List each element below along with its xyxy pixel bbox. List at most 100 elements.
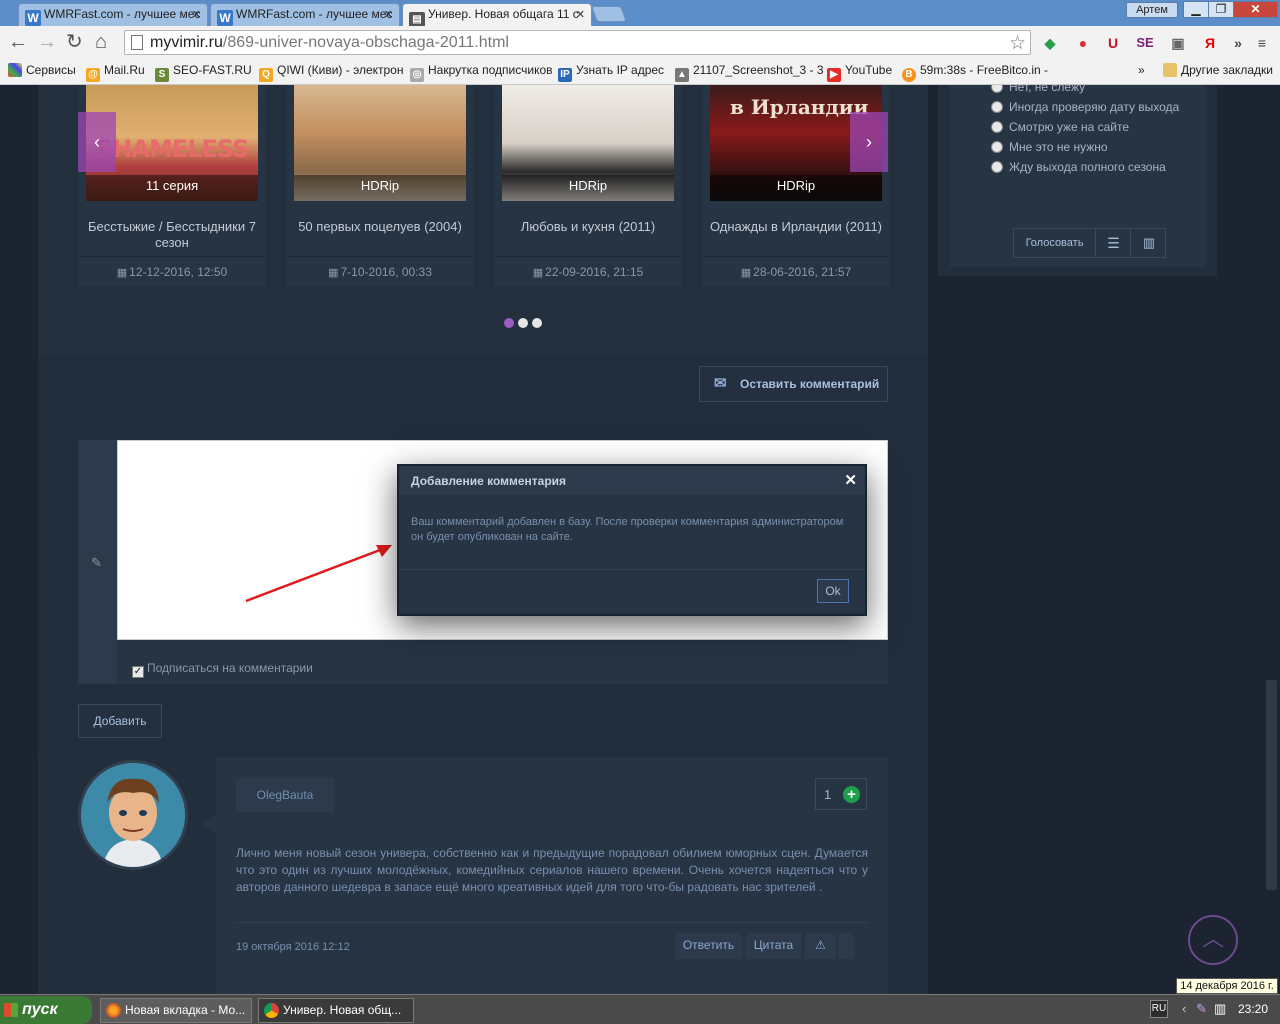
page-icon bbox=[131, 35, 143, 50]
radio-button[interactable] bbox=[991, 101, 1003, 113]
address-bar[interactable]: myvimir.ru/869-univer-novaya-obschaga-20… bbox=[124, 30, 1031, 55]
language-indicator[interactable]: RU bbox=[1150, 1000, 1168, 1018]
tab-wmrfast-1[interactable]: W WMRFast.com - лучшее мес ✕ bbox=[18, 3, 208, 26]
tab-wmrfast-2[interactable]: W WMRFast.com - лучшее мес ✕ bbox=[210, 3, 400, 26]
add-comment-button[interactable]: Добавить bbox=[78, 704, 162, 738]
comment-notch bbox=[202, 814, 216, 834]
bookmark-youtube[interactable]: ▶ YouTube bbox=[827, 63, 892, 82]
close-icon[interactable]: ✕ bbox=[192, 8, 201, 21]
se-extension-icon[interactable]: SE bbox=[1135, 33, 1155, 53]
more-actions-button[interactable] bbox=[838, 933, 854, 959]
subscribe-checkbox[interactable]: ✓ Подписаться на комментарии bbox=[132, 661, 313, 678]
home-icon[interactable]: ⌂ bbox=[95, 32, 107, 52]
card-title[interactable]: Бесстыжие / Бесстыдники 7 сезон bbox=[82, 219, 262, 251]
leave-comment-button[interactable]: ✉ Оставить комментарий bbox=[699, 366, 888, 402]
date-text: 12-12-2016, 12:50 bbox=[129, 265, 228, 279]
new-tab-button[interactable] bbox=[591, 6, 627, 22]
bookmark-label: SEO-FAST.RU bbox=[173, 63, 252, 77]
bookmark-other[interactable]: Другие закладки bbox=[1163, 63, 1273, 77]
carousel-pagination bbox=[504, 317, 546, 331]
reload-icon[interactable]: ↻ bbox=[66, 32, 83, 52]
poll-option-label: Смотрю уже на сайте bbox=[1009, 120, 1130, 134]
bookmark-services[interactable]: Сервисы bbox=[8, 63, 76, 77]
bookmark-label: Другие закладки bbox=[1181, 63, 1273, 77]
reply-button[interactable]: Ответить bbox=[675, 933, 742, 959]
warning-icon: ⚠ bbox=[815, 938, 826, 952]
bookmark-star-icon[interactable]: ☆ bbox=[1009, 32, 1026, 55]
carousel-card[interactable]: HDRip 50 первых поцелуев (2004) ▦ 7-10-20… bbox=[286, 85, 474, 286]
vote-button[interactable]: Голосовать bbox=[1014, 229, 1096, 257]
poll-option[interactable]: Нет, не слежу bbox=[991, 85, 1085, 94]
card-date: ▦ 7-10-2016, 00:33 bbox=[286, 256, 474, 286]
tray-arrow-icon[interactable]: ‹ bbox=[1182, 1001, 1186, 1016]
bookmark-label: QIWI (Киви) - электрон bbox=[277, 63, 404, 77]
envelope-icon: ✉ bbox=[714, 375, 727, 392]
card-title[interactable]: 50 первых поцелуев (2004) bbox=[290, 219, 470, 235]
carousel-card[interactable]: HDRip Любовь и кухня (2011) ▦ 22-09-2016,… bbox=[494, 85, 682, 286]
u-extension-icon[interactable]: U bbox=[1103, 33, 1123, 53]
bookmark-seofast[interactable]: S SEO-FAST.RU bbox=[155, 63, 252, 82]
scrollbar-thumb[interactable] bbox=[1266, 680, 1277, 890]
taskbar-item-chrome[interactable]: Универ. Новая общ... bbox=[258, 998, 414, 1023]
bookmark-mailru[interactable]: @ Mail.Ru bbox=[86, 63, 145, 82]
card-date: ▦ 12-12-2016, 12:50 bbox=[78, 256, 266, 286]
avatar bbox=[78, 760, 188, 870]
taskbar-item-firefox[interactable]: Новая вкладка - Мо... bbox=[100, 998, 252, 1023]
bookmark-label: Mail.Ru bbox=[104, 63, 145, 77]
list-icon[interactable]: ☰ bbox=[1097, 229, 1131, 257]
start-button[interactable]: пуск bbox=[0, 996, 92, 1024]
checkbox-icon[interactable]: ✓ bbox=[132, 666, 144, 678]
minimize-button[interactable]: ▁ bbox=[1183, 1, 1209, 18]
menu-icon[interactable]: ≡ bbox=[1252, 33, 1272, 53]
more-bookmarks[interactable]: » bbox=[1138, 63, 1145, 77]
extension-icon[interactable]: ● bbox=[1073, 33, 1093, 53]
close-icon[interactable]: ✕ bbox=[844, 471, 857, 489]
window-close-button[interactable]: ✕ bbox=[1233, 1, 1278, 18]
comment-author[interactable]: OlegBauta bbox=[236, 778, 334, 812]
forward-icon[interactable]: → bbox=[37, 32, 57, 52]
tab-univer[interactable]: ▤ Универ. Новая общага 11 с ✕ bbox=[402, 3, 592, 27]
system-tray: RU ‹ ✎ ▥ 23:20 bbox=[1150, 998, 1280, 1023]
close-icon[interactable]: ✕ bbox=[576, 8, 585, 21]
bar-chart-icon[interactable]: ▥ bbox=[1132, 229, 1166, 257]
bookmark-screenshot[interactable]: ▲ 21107_Screenshot_3 - 3 bbox=[675, 63, 824, 82]
card-title[interactable]: Любовь и кухня (2011) bbox=[498, 219, 678, 235]
dialog-header: Добавление комментария ✕ bbox=[399, 466, 865, 495]
carousel-dot[interactable] bbox=[532, 318, 542, 328]
back-icon[interactable]: ← bbox=[8, 32, 28, 52]
tray-network-icon[interactable]: ▥ bbox=[1214, 1001, 1226, 1017]
radio-button[interactable] bbox=[991, 141, 1003, 153]
radio-button[interactable] bbox=[991, 85, 1003, 93]
bookmark-freebitcoin[interactable]: B 59m:38s - FreeBitco.in - bbox=[902, 63, 1048, 82]
calendar-icon: ▦ bbox=[740, 267, 752, 279]
tray-feather-icon[interactable]: ✎ bbox=[1196, 1001, 1207, 1017]
carousel-dot[interactable] bbox=[504, 318, 514, 328]
poll-option[interactable]: Мне это не нужно bbox=[991, 140, 1108, 154]
radio-button[interactable] bbox=[991, 161, 1003, 173]
poll-option[interactable]: Смотрю уже на сайте bbox=[991, 120, 1129, 134]
more-extensions-icon[interactable]: » bbox=[1228, 33, 1248, 53]
report-button[interactable]: ⚠ bbox=[805, 933, 836, 959]
yandex-extension-icon[interactable]: Я bbox=[1200, 33, 1220, 53]
bookmark-nakrutka[interactable]: ◎ Накрутка подписчиков bbox=[410, 63, 553, 82]
poll-option[interactable]: Жду выхода полного сезона bbox=[991, 160, 1166, 174]
cube-extension-icon[interactable]: ◆ bbox=[1040, 33, 1060, 53]
poll-option[interactable]: Иногда проверяю дату выхода bbox=[991, 100, 1179, 114]
bookmark-ip[interactable]: IP Узнать IP адрес bbox=[558, 63, 664, 82]
close-icon[interactable]: ✕ bbox=[384, 8, 393, 21]
scroll-to-top-button[interactable]: ︿ bbox=[1188, 915, 1238, 965]
quote-button[interactable]: Цитата bbox=[746, 933, 801, 959]
screenshot-extension-icon[interactable]: ▣ bbox=[1168, 33, 1188, 53]
carousel-dot[interactable] bbox=[518, 318, 528, 328]
ok-button[interactable]: Ok bbox=[817, 579, 849, 603]
carousel-prev-button[interactable]: ‹ bbox=[78, 112, 116, 172]
profile-button[interactable]: Артем bbox=[1126, 2, 1178, 18]
radio-button[interactable] bbox=[991, 121, 1003, 133]
plus-icon[interactable]: + bbox=[843, 786, 860, 803]
scrollbar[interactable] bbox=[1263, 85, 1280, 994]
card-title[interactable]: Однажды в Ирландии (2011) bbox=[706, 219, 886, 235]
bookmark-qiwi[interactable]: Q QIWI (Киви) - электрон bbox=[259, 63, 403, 82]
carousel-next-button[interactable]: › bbox=[850, 112, 888, 172]
clock[interactable]: 23:20 bbox=[1238, 1002, 1268, 1016]
maximize-button[interactable]: ❐ bbox=[1208, 1, 1234, 18]
